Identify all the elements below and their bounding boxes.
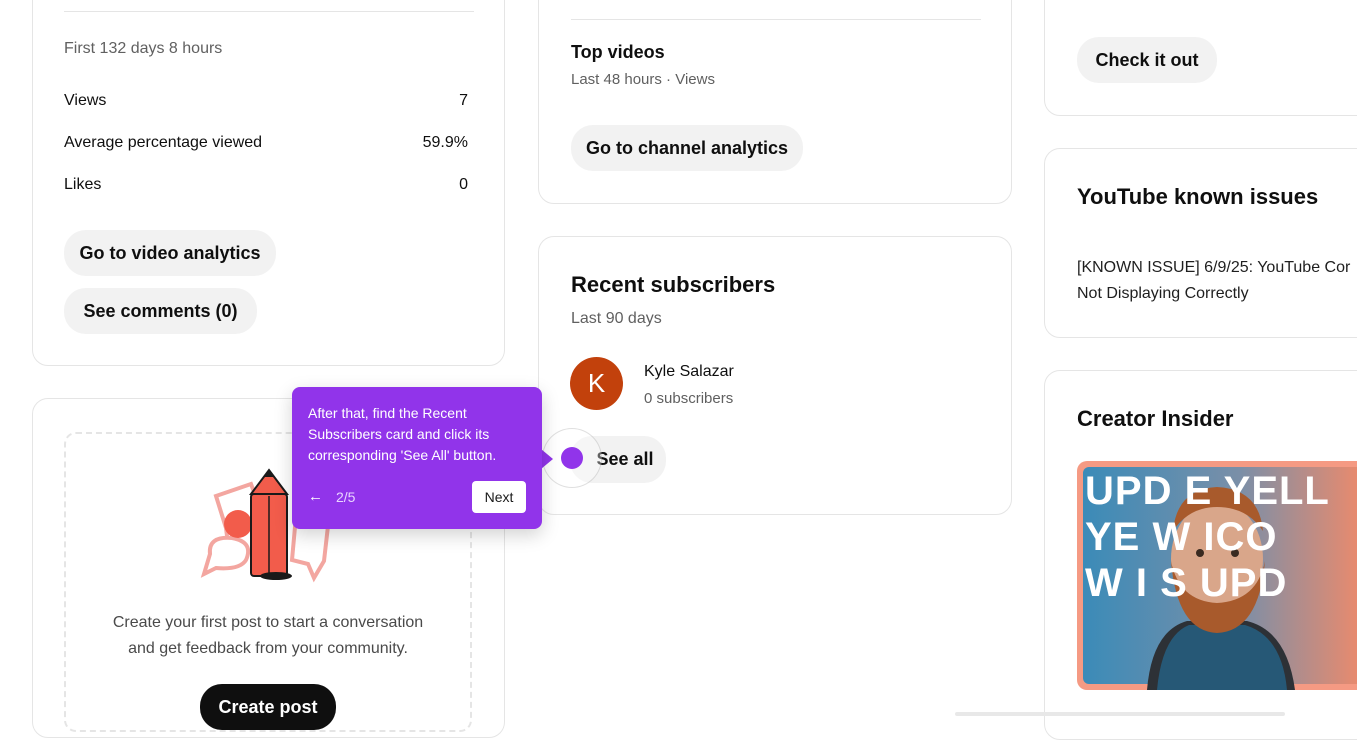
recent-subscribers-title: Recent subscribers <box>571 272 776 297</box>
check-it-out-button[interactable]: Check it out <box>1077 37 1217 83</box>
subscriber-count: 0 subscribers <box>644 390 734 407</box>
top-videos-subtitle: Last 48 hours · Views <box>571 71 715 88</box>
tooltip-caret <box>541 449 553 469</box>
promo-card: Check it out <box>1044 0 1357 116</box>
video-stats-card: First 132 days 8 hours Views 7 Average p… <box>32 0 505 366</box>
thumbnail-text-2: YE W ICO <box>1085 515 1278 559</box>
tooltip-next-button[interactable]: Next <box>472 481 526 513</box>
tooltip-step-counter: 2/5 <box>336 489 356 505</box>
thumbnail-text-3: W I S UPD <box>1085 561 1288 605</box>
stat-label-likes: Likes <box>64 176 102 193</box>
guide-hotspot-dot[interactable] <box>561 447 583 469</box>
post-empty-message-line2: and get feedback from your community. <box>128 640 408 657</box>
create-post-button[interactable]: Create post <box>200 684 336 730</box>
see-comments-button[interactable]: See comments (0) <box>64 288 257 334</box>
horizontal-scrollbar[interactable] <box>955 712 1285 716</box>
card-divider <box>571 19 981 20</box>
subscriber-name[interactable]: Kyle Salazar <box>644 363 734 381</box>
stats-period: First 132 days 8 hours <box>64 40 223 57</box>
creator-insider-thumbnail[interactable]: UPD E YELL YE W ICO W I S UPD <box>1077 461 1357 690</box>
known-issues-card: YouTube known issues [KNOWN ISSUE] 6/9/2… <box>1044 148 1357 338</box>
stat-value-avg-viewed: 59.9% <box>422 134 468 151</box>
known-issues-title: YouTube known issues <box>1077 184 1319 209</box>
post-empty-message-line1: Create your first post to start a conver… <box>112 614 424 631</box>
card-divider <box>64 11 474 12</box>
stat-value-likes: 0 <box>459 176 468 193</box>
channel-analytics-card: Top videos Last 48 hours · Views Go to c… <box>538 0 1012 204</box>
subscriber-avatar[interactable]: K <box>570 357 623 410</box>
go-to-video-analytics-button[interactable]: Go to video analytics <box>64 230 276 276</box>
known-issue-link-line1[interactable]: [KNOWN ISSUE] 6/9/25: YouTube Cor <box>1077 259 1350 277</box>
go-to-channel-analytics-button[interactable]: Go to channel analytics <box>571 125 803 171</box>
tooltip-text: After that, find the Recent Subscribers … <box>308 405 497 463</box>
recent-subscribers-subtitle: Last 90 days <box>571 310 662 327</box>
back-arrow-icon[interactable]: ← <box>308 488 323 505</box>
stat-value-views: 7 <box>459 92 468 109</box>
thumbnail-text-1: UPD E YELL <box>1085 469 1330 513</box>
known-issue-link-line2[interactable]: Not Displaying Correctly <box>1077 285 1249 303</box>
stat-label-avg-viewed: Average percentage viewed <box>64 134 263 151</box>
guide-tooltip: After that, find the Recent Subscribers … <box>292 387 542 529</box>
top-videos-title: Top videos <box>571 42 665 62</box>
creator-insider-title: Creator Insider <box>1077 406 1234 431</box>
stat-label-views: Views <box>64 92 107 109</box>
